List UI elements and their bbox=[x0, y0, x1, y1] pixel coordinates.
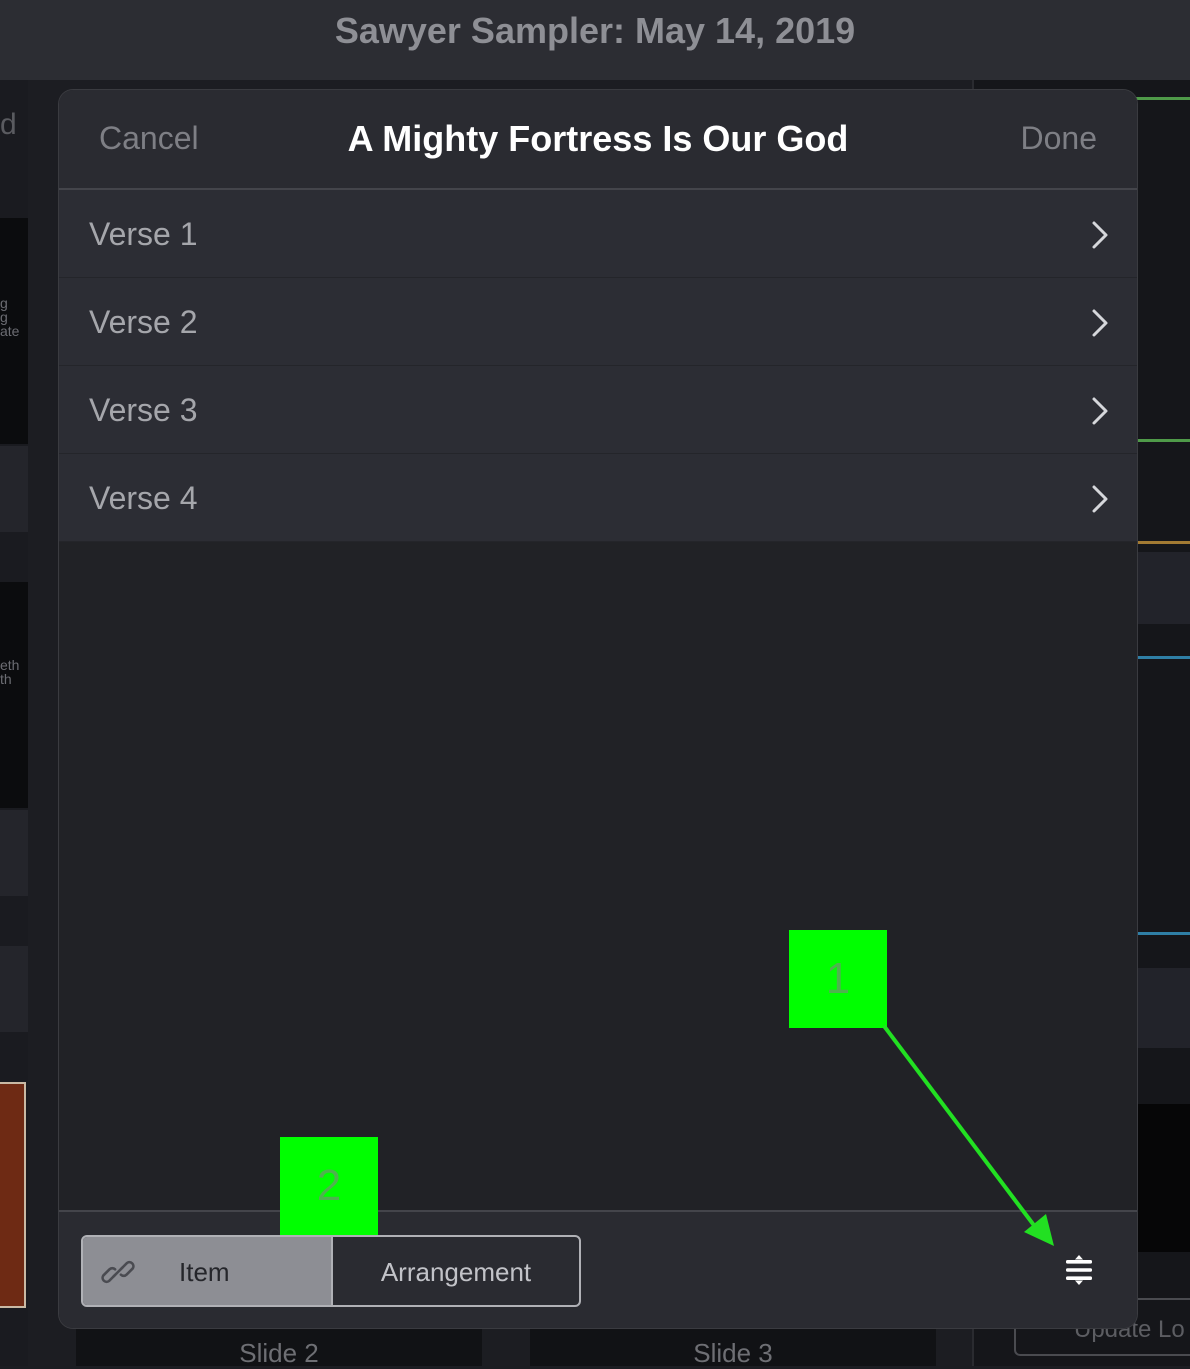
list-item-label: Verse 3 bbox=[89, 392, 198, 428]
chevron-right-icon bbox=[1092, 397, 1108, 425]
right-panel-thumbnail bbox=[1130, 1104, 1190, 1252]
modal-header: Cancel A Mighty Fortress Is Our God Done bbox=[59, 90, 1137, 190]
left-slide-label-area bbox=[0, 446, 28, 532]
list-item-label: Verse 2 bbox=[89, 304, 198, 340]
annotation-marker-1: 1 bbox=[789, 930, 887, 1028]
link-icon bbox=[101, 1260, 135, 1284]
arrangement-modal: Cancel A Mighty Fortress Is Our God Done… bbox=[59, 90, 1137, 1328]
left-thumbnail-text: g g ate bbox=[0, 295, 20, 339]
left-panel-text-fragment: d bbox=[0, 108, 17, 141]
annotation-marker-2: 2 bbox=[280, 1137, 378, 1235]
modal-title: A Mighty Fortress Is Our God bbox=[347, 118, 849, 159]
right-panel-row bbox=[1130, 968, 1190, 1048]
app-title: Sawyer Sampler: May 14, 2019 bbox=[334, 10, 856, 51]
list-item[interactable]: Verse 3 bbox=[59, 366, 1137, 454]
chevron-right-icon bbox=[1092, 485, 1108, 513]
done-button[interactable]: Done bbox=[1021, 120, 1098, 157]
list-item-label: Verse 4 bbox=[89, 480, 198, 516]
segment-arrangement-label: Arrangement bbox=[380, 1257, 532, 1287]
slide-label: Slide 2 bbox=[239, 1338, 319, 1368]
right-panel-divider bbox=[1130, 541, 1190, 544]
chevron-right-icon bbox=[1092, 309, 1108, 337]
list-item[interactable]: Verse 4 bbox=[59, 454, 1137, 542]
list-item[interactable]: Verse 1 bbox=[59, 190, 1137, 278]
left-slide-thumbnail[interactable] bbox=[0, 582, 28, 808]
list-item-label: Verse 1 bbox=[89, 216, 198, 252]
section-list: Verse 1 Verse 2 Verse 3 Verse 4 bbox=[59, 190, 1137, 542]
modal-footer: Item Arrangement bbox=[59, 1210, 1137, 1328]
list-item[interactable]: Verse 2 bbox=[59, 278, 1137, 366]
segment-item-label: Item bbox=[179, 1257, 230, 1287]
segment-item[interactable]: Item bbox=[83, 1237, 333, 1305]
app-header: Sawyer Sampler: May 14, 2019 bbox=[0, 0, 1190, 80]
right-panel-divider bbox=[1130, 439, 1190, 442]
left-slide-label-area bbox=[0, 810, 28, 896]
left-slide-label-area bbox=[0, 946, 28, 1032]
item-arrangement-segmented-control: Item Arrangement bbox=[81, 1235, 581, 1307]
left-thumbnail-text: eth th bbox=[0, 657, 20, 687]
slide-label: Slide 3 bbox=[693, 1338, 773, 1368]
right-panel-divider bbox=[1130, 97, 1190, 100]
segment-arrangement[interactable]: Arrangement bbox=[333, 1237, 579, 1305]
right-panel-row bbox=[1130, 552, 1190, 624]
reorder-menu-icon[interactable] bbox=[1063, 1254, 1095, 1286]
left-slide-thumbnail[interactable] bbox=[0, 1082, 26, 1308]
chevron-right-icon bbox=[1092, 221, 1108, 249]
right-panel-divider bbox=[1130, 656, 1190, 659]
right-panel-divider bbox=[1130, 932, 1190, 935]
